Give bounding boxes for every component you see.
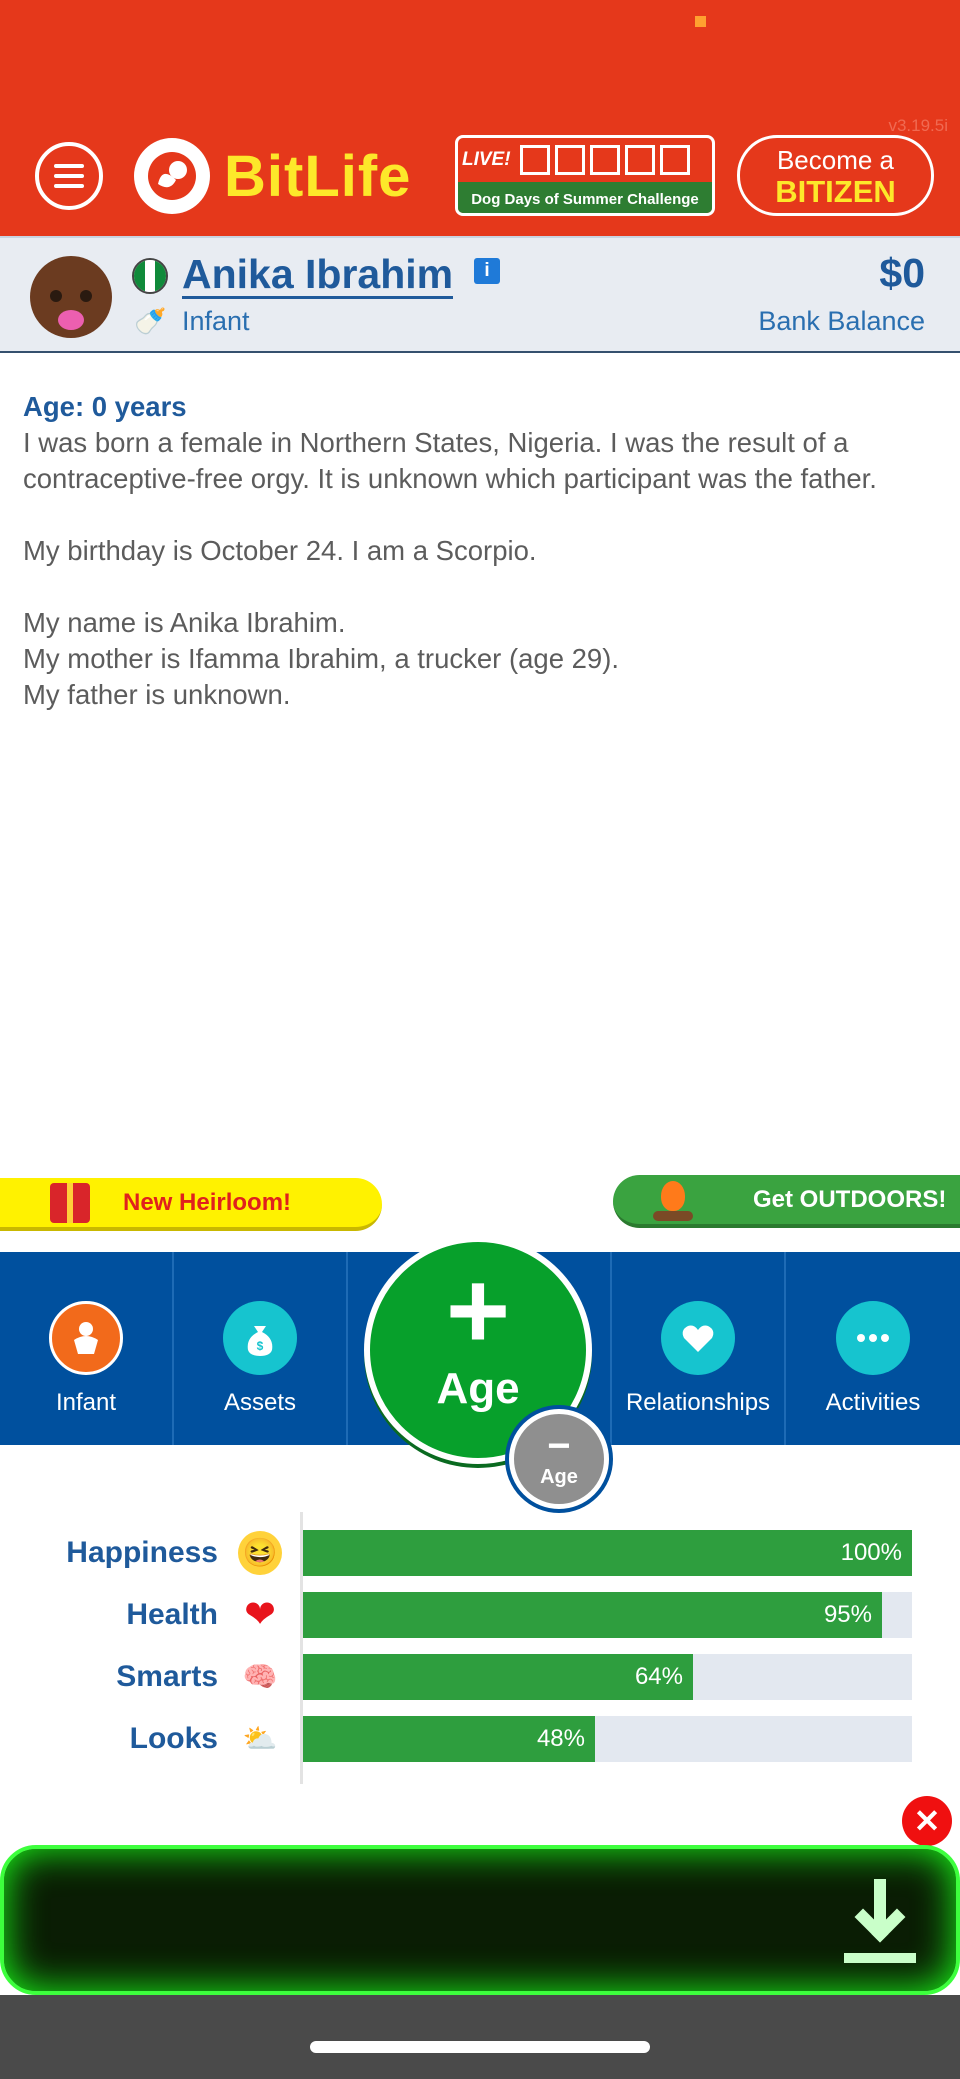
heart-icon: ❤ <box>244 1594 276 1636</box>
bank-balance-label: Bank Balance <box>758 306 925 336</box>
stat-label: Smarts <box>116 1660 218 1693</box>
status-dot <box>695 16 706 27</box>
nav-assets[interactable]: $ Assets <box>174 1252 348 1445</box>
brain-icon: 🧠 <box>242 1661 278 1692</box>
character-name[interactable]: Anika Ibrahim <box>182 252 454 299</box>
money-bag-icon: $ <box>223 1301 297 1375</box>
live-challenge-button[interactable]: LIVE! Dog Days of Summer Challenge <box>455 135 715 216</box>
heart-icon <box>661 1301 735 1375</box>
heirloom-label: New Heirloom! <box>123 1188 292 1216</box>
stat-row-happiness: Happiness 😆 100% <box>0 1530 960 1576</box>
challenge-slot <box>519 145 550 175</box>
nav-relationships-label: Relationships <box>625 1389 771 1416</box>
embryo-logo-icon <box>134 138 210 214</box>
bank-balance-value: $0 <box>879 250 925 296</box>
bitlife-logo: BitLife <box>134 138 411 214</box>
baby-icon <box>49 1301 123 1375</box>
plus-icon: + <box>445 1249 511 1372</box>
home-indicator-area <box>0 1995 960 2079</box>
stat-row-health: Health ❤ 95% <box>0 1592 960 1638</box>
baby-bottle-icon: 🍼 <box>134 306 167 336</box>
stat-label: Health <box>126 1598 218 1631</box>
stat-percent: 64% <box>634 1663 683 1690</box>
nav-infant[interactable]: Infant <box>0 1252 174 1445</box>
gift-icon <box>50 1182 90 1223</box>
story-paragraph: I was born a female in Northern States, … <box>23 427 877 494</box>
stat-row-smarts: Smarts 🧠 64% <box>0 1654 960 1700</box>
laughing-face-icon: 😆 <box>238 1531 282 1575</box>
stat-percent: 48% <box>536 1725 585 1752</box>
age-heading: Age: 0 years <box>23 391 187 422</box>
stat-bar-track: 100% <box>303 1530 912 1576</box>
ad-banner[interactable] <box>0 1845 960 1995</box>
stat-percent: 95% <box>823 1601 872 1628</box>
challenge-slot <box>659 145 690 175</box>
hamburger-icon <box>54 164 84 168</box>
profile-bar: Anika Ibrahim i 🍼 Infant $0 Bank Balance <box>0 236 960 353</box>
stat-row-looks: Looks ⛅ 48% <box>0 1716 960 1762</box>
menu-button[interactable] <box>35 142 103 210</box>
stat-label: Happiness <box>66 1536 218 1569</box>
challenge-slot <box>554 145 585 175</box>
become-bitizen-button[interactable]: Become a BITIZEN <box>737 135 934 216</box>
download-arrow-icon <box>844 1879 916 1965</box>
stat-bar-track: 95% <box>303 1592 912 1638</box>
logo-wordmark: BitLife <box>224 143 412 209</box>
stat-bar-track: 64% <box>303 1654 912 1700</box>
minus-icon: − <box>547 1424 571 1468</box>
stat-bar-track: 48% <box>303 1716 912 1762</box>
nav-relationships[interactable]: Relationships <box>612 1252 786 1445</box>
nav-infant-label: Infant <box>55 1389 117 1416</box>
svg-text:$: $ <box>257 1339 264 1353</box>
story-paragraph: My father is unknown. <box>23 679 291 710</box>
nav-activities[interactable]: Activities <box>786 1252 960 1445</box>
life-story: Age: 0 years I was born a female in Nort… <box>23 389 943 713</box>
story-paragraph: My name is Anika Ibrahim. <box>23 607 346 638</box>
challenge-slot <box>589 145 620 175</box>
bitizen-line1: Become a <box>776 145 895 175</box>
version-label: v3.19.5i <box>888 116 948 135</box>
story-paragraph: My birthday is October 24. I am a Scorpi… <box>23 535 537 566</box>
new-heirloom-banner[interactable]: New Heirloom! <box>0 1178 382 1231</box>
age-down-button[interactable]: − Age <box>509 1409 609 1509</box>
avatar[interactable] <box>30 256 112 338</box>
nigeria-flag-icon <box>132 258 168 294</box>
stat-percent: 100% <box>840 1539 902 1566</box>
nav-activities-label: Activities <box>825 1389 921 1416</box>
home-indicator[interactable] <box>310 2041 650 2053</box>
info-icon[interactable]: i <box>474 258 500 284</box>
story-paragraph: My mother is Ifamma Ibrahim, a trucker (… <box>23 643 620 674</box>
challenge-name: Dog Days of Summer Challenge <box>458 182 712 213</box>
age-down-label: Age <box>540 1466 578 1488</box>
get-outdoors-banner[interactable]: Get OUTDOORS! <box>613 1175 960 1228</box>
outdoors-label: Get OUTDOORS! <box>753 1185 947 1213</box>
nav-assets-label: Assets <box>223 1389 297 1416</box>
more-dots-icon <box>836 1301 910 1375</box>
life-stage: Infant <box>182 306 250 336</box>
close-ad-button[interactable]: ✕ <box>902 1796 952 1846</box>
age-up-label: Age <box>436 1364 520 1413</box>
stat-label: Looks <box>129 1722 218 1755</box>
challenge-slot <box>624 145 655 175</box>
campfire-icon <box>653 1177 693 1223</box>
bitizen-line2: BITIZEN <box>775 174 896 209</box>
live-label: LIVE! <box>462 149 511 170</box>
pacifier-icon <box>58 310 84 330</box>
app-header: v3.19.5i BitLife LIVE! Dog Days of Summe… <box>0 0 960 236</box>
sun-cloud-icon: ⛅ <box>242 1723 278 1754</box>
